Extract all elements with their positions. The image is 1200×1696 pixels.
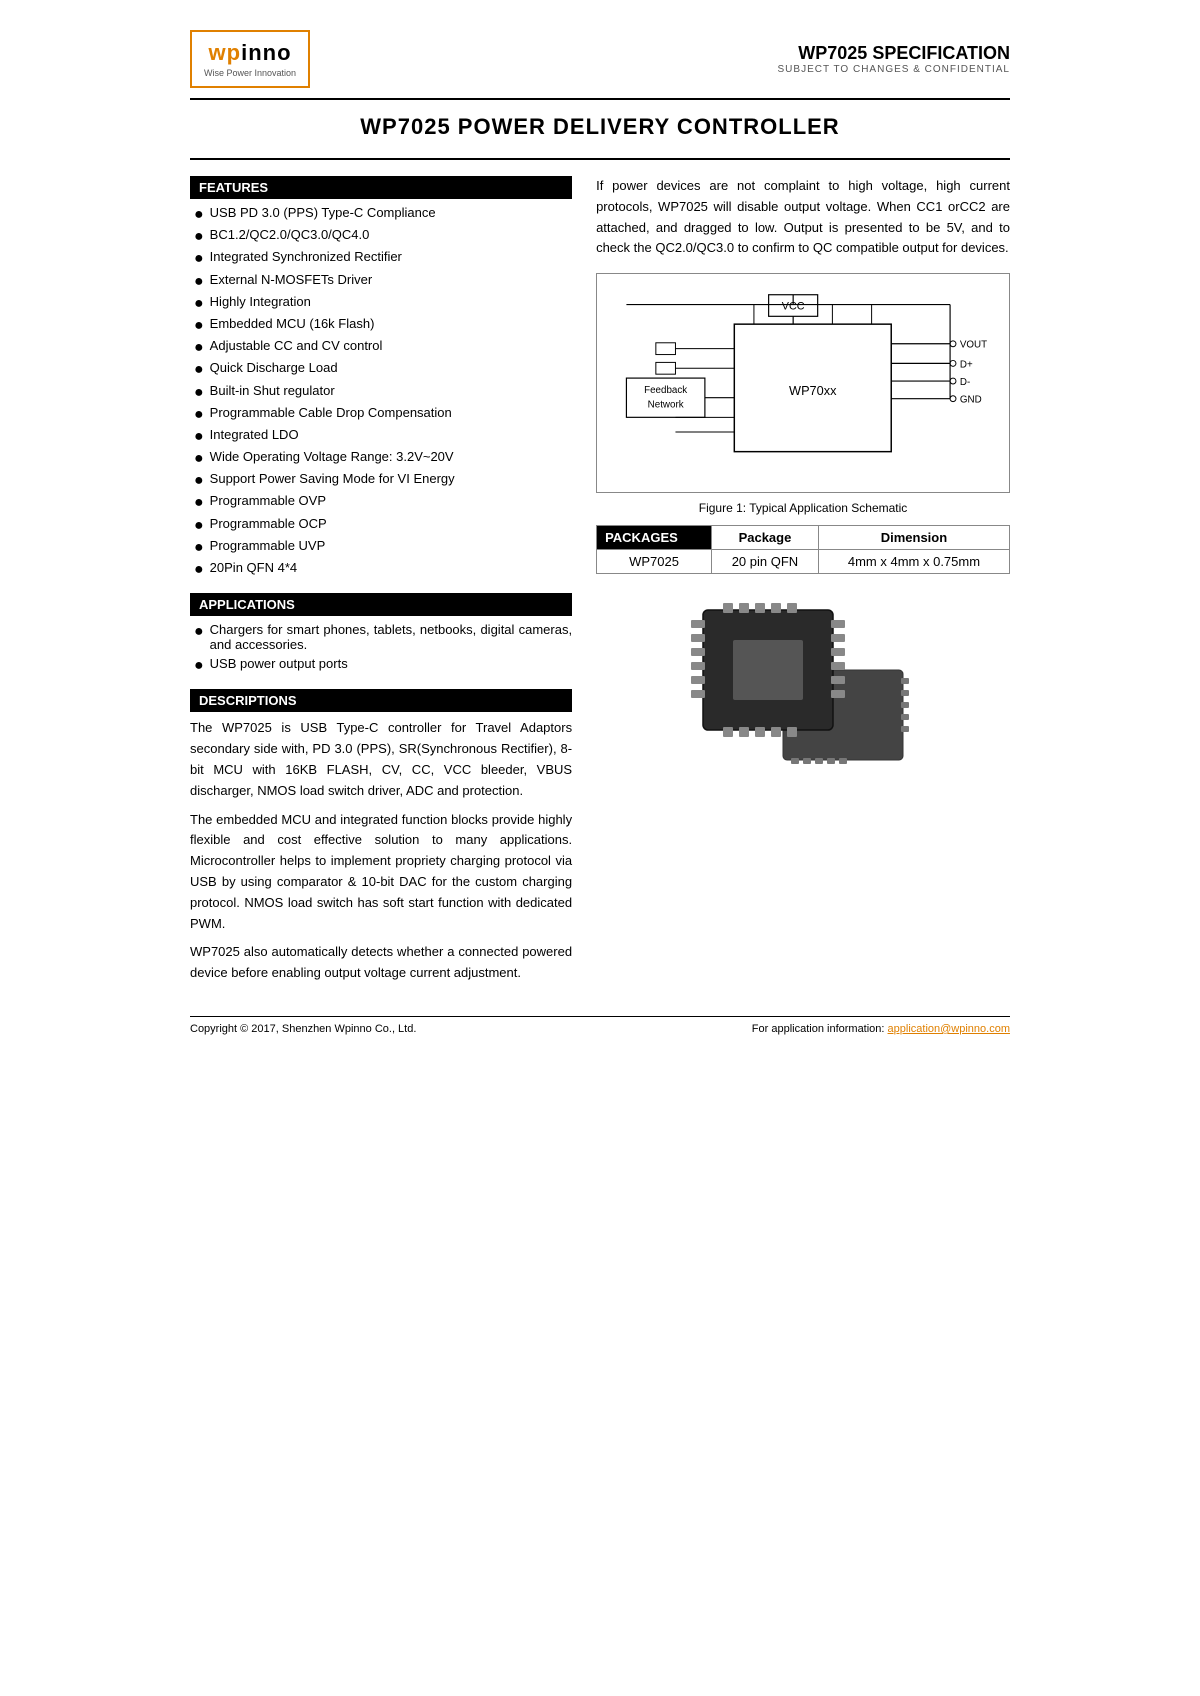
svg-text:VOUT: VOUT: [960, 340, 987, 351]
list-item: ●Highly Integration: [194, 294, 572, 313]
list-item: ●USB power output ports: [194, 656, 572, 675]
circuit-diagram: WP70xx VCC Feedback Network VOUT D+: [596, 273, 1010, 493]
list-item: ●Programmable OVP: [194, 493, 572, 512]
pkg-part: WP7025: [597, 550, 712, 574]
packages-table: PACKAGES Package Dimension WP7025 20 pin…: [596, 525, 1010, 574]
features-header: FEATURES: [190, 176, 572, 199]
left-column: FEATURES ●USB PD 3.0 (PPS) Type-C Compli…: [190, 176, 572, 992]
copyright: Copyright © 2017, Shenzhen Wpinno Co., L…: [190, 1023, 416, 1035]
header-right: WP7025 SPECIFICATION SUBJECT TO CHANGES …: [778, 43, 1010, 75]
bullet-icon: ●: [194, 360, 204, 379]
bullet-icon: ●: [194, 272, 204, 291]
figure-caption: Figure 1: Typical Application Schematic: [596, 501, 1010, 515]
list-item: ●Adjustable CC and CV control: [194, 338, 572, 357]
spec-sub: SUBJECT TO CHANGES & CONFIDENTIAL: [778, 64, 1010, 75]
page-title: WP7025 POWER DELIVERY CONTROLLER: [190, 114, 1010, 140]
bullet-icon: ●: [194, 294, 204, 313]
applications-header: APPLICATIONS: [190, 593, 572, 616]
bullet-icon: ●: [194, 227, 204, 246]
pkg-package: 20 pin QFN: [711, 550, 818, 574]
applications-list: ●Chargers for smart phones, tablets, net…: [190, 622, 572, 675]
page-footer: Copyright © 2017, Shenzhen Wpinno Co., L…: [190, 1016, 1010, 1035]
bullet-icon: ●: [194, 338, 204, 357]
bullet-icon: ●: [194, 205, 204, 224]
svg-text:Feedback: Feedback: [644, 385, 687, 396]
spec-title: WP7025 SPECIFICATION: [778, 43, 1010, 64]
list-item: ●Integrated LDO: [194, 427, 572, 446]
list-item: ●Chargers for smart phones, tablets, net…: [194, 622, 572, 652]
features-list: ●USB PD 3.0 (PPS) Type-C Compliance ●BC1…: [190, 205, 572, 579]
bullet-icon: ●: [194, 449, 204, 468]
logo-text: wpinno: [209, 40, 292, 66]
svg-text:D+: D+: [960, 359, 973, 370]
svg-text:Network: Network: [648, 400, 684, 411]
list-item: ●Programmable OCP: [194, 516, 572, 535]
list-item: ●External N-MOSFETs Driver: [194, 272, 572, 291]
packages-header-row: PACKAGES Package Dimension: [597, 526, 1010, 550]
packages-label: PACKAGES: [597, 526, 712, 550]
desc-para-1: The WP7025 is USB Type-C controller for …: [190, 718, 572, 801]
list-item: ●20Pin QFN 4*4: [194, 560, 572, 579]
bullet-icon: ●: [194, 471, 204, 490]
bullet-icon: ●: [194, 622, 204, 641]
logo-sub: Wise Power Innovation: [204, 68, 296, 78]
list-item: ●Built-in Shut regulator: [194, 383, 572, 402]
list-item: ●Integrated Synchronized Rectifier: [194, 249, 572, 268]
bullet-icon: ●: [194, 538, 204, 557]
logo-box: wpinno Wise Power Innovation: [190, 30, 310, 88]
chip-svg: [673, 590, 933, 770]
list-item: ●Embedded MCU (16k Flash): [194, 316, 572, 335]
svg-text:D-: D-: [960, 377, 970, 388]
bullet-icon: ●: [194, 560, 204, 579]
desc-para-2: The embedded MCU and integrated function…: [190, 810, 572, 935]
list-item: ●Quick Discharge Load: [194, 360, 572, 379]
bullet-icon: ●: [194, 249, 204, 268]
right-text: If power devices are not complaint to hi…: [596, 176, 1010, 259]
bullet-icon: ●: [194, 493, 204, 512]
svg-text:WP70xx: WP70xx: [789, 383, 837, 398]
bullet-icon: ●: [194, 516, 204, 535]
chip-image: [596, 590, 1010, 770]
list-item: ●Support Power Saving Mode for VI Energy: [194, 471, 572, 490]
circuit-svg: WP70xx VCC Feedback Network VOUT D+: [597, 274, 1009, 492]
content-area: FEATURES ●USB PD 3.0 (PPS) Type-C Compli…: [190, 176, 1010, 992]
list-item: ●Programmable UVP: [194, 538, 572, 557]
contact-info: For application information: application…: [752, 1023, 1010, 1035]
list-item: ●BC1.2/QC2.0/QC3.0/QC4.0: [194, 227, 572, 246]
list-item: ●USB PD 3.0 (PPS) Type-C Compliance: [194, 205, 572, 224]
title-divider: [190, 158, 1010, 160]
descriptions-header: DESCRIPTIONS: [190, 689, 572, 712]
packages-data-row: WP7025 20 pin QFN 4mm x 4mm x 0.75mm: [597, 550, 1010, 574]
desc-para-3: WP7025 also automatically detects whethe…: [190, 942, 572, 984]
svg-text:GND: GND: [960, 395, 982, 406]
bullet-icon: ●: [194, 656, 204, 675]
bullet-icon: ●: [194, 316, 204, 335]
col-dimension: Dimension: [818, 526, 1009, 550]
bullet-icon: ●: [194, 405, 204, 424]
header-divider: [190, 98, 1010, 100]
col-package: Package: [711, 526, 818, 550]
bullet-icon: ●: [194, 427, 204, 446]
contact-email[interactable]: application@wpinno.com: [888, 1023, 1010, 1035]
bullet-icon: ●: [194, 383, 204, 402]
page-header: wpinno Wise Power Innovation WP7025 SPEC…: [190, 30, 1010, 88]
list-item: ●Wide Operating Voltage Range: 3.2V~20V: [194, 449, 572, 468]
right-column: If power devices are not complaint to hi…: [596, 176, 1010, 992]
pkg-dimension: 4mm x 4mm x 0.75mm: [818, 550, 1009, 574]
list-item: ●Programmable Cable Drop Compensation: [194, 405, 572, 424]
